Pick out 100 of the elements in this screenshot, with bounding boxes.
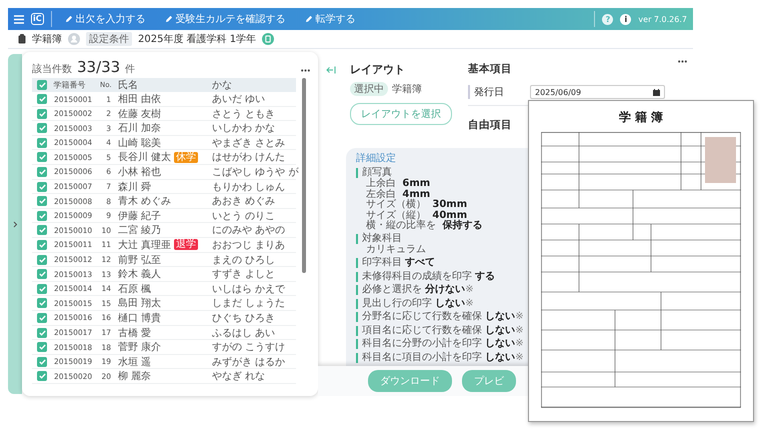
action-button[interactable]: プレビ (462, 370, 516, 392)
bookmark-icon[interactable] (262, 33, 274, 45)
row-checkbox[interactable] (37, 182, 47, 192)
table-cell-text: こばやし ゆうや が (212, 166, 298, 179)
row-checkbox[interactable] (37, 284, 47, 294)
chevron-right-icon (12, 220, 18, 228)
row-checkbox[interactable] (37, 152, 47, 162)
table-cell-text: いとう のりこ (212, 210, 276, 223)
table-cell-text: 二宮 綾乃 (118, 224, 162, 238)
table-cell-text: すずき よしと (212, 268, 276, 282)
table-cell-text: 佐藤 友樹 (118, 108, 162, 121)
section-label: 対象科目 (362, 233, 402, 244)
free-items-heading: 自由項目 (468, 118, 512, 132)
row-checkbox[interactable] (37, 108, 47, 119)
table-cell-text: 森川 舜 (118, 180, 152, 194)
select-all-checkbox[interactable] (37, 80, 47, 90)
scrollbar-thumb[interactable] (302, 78, 306, 273)
selected-tag: 選択中 (350, 82, 388, 96)
condition-tag: 設定条件 (86, 32, 132, 46)
section-label: 顔写真 (362, 167, 392, 178)
table-cell-text: 水垣 遥 (118, 356, 152, 369)
info-icon[interactable]: i (620, 14, 632, 24)
more-options-icon[interactable] (301, 69, 310, 72)
table-cell-text: あおき めぐみ (212, 195, 276, 208)
field-label: 発行日 (468, 85, 524, 99)
table-cell-text: もりかわ しゅん (212, 180, 286, 194)
menu-item[interactable]: 受験生カルテを確認する (158, 12, 292, 26)
table-cell-text: 古橋 愛 (118, 326, 152, 340)
row-checkbox[interactable] (37, 196, 47, 206)
row-checkbox[interactable] (37, 225, 47, 236)
setting-value: 上余白 6mm (365, 179, 432, 189)
menu-icon[interactable] (14, 14, 24, 24)
table-cell-text: 青木 めぐみ (118, 194, 172, 208)
calendar-icon (653, 88, 660, 96)
row-checkbox[interactable] (37, 94, 47, 104)
pencil-icon (164, 15, 173, 23)
status-badge: 休学 (174, 152, 198, 163)
row-checkbox[interactable] (37, 312, 47, 323)
condition-text: 2025年度 看護学科 1学年 (138, 32, 256, 46)
table-cell-text: 山崎 聡美 (118, 136, 162, 150)
table-cell-text: ふるはし あい (212, 326, 276, 340)
row-checkbox[interactable] (37, 298, 47, 308)
document-title: 学 籍 簿 (618, 109, 664, 126)
row-checkbox[interactable] (37, 138, 47, 148)
table-cell-text: 長谷川 健太 (118, 150, 172, 164)
table-cell-text: 相田 由依 (118, 92, 162, 106)
table-cell-text: すがの こうすけ (212, 341, 286, 354)
setting-value: 未修得科目の成績を印字 する (362, 270, 496, 282)
action-button[interactable]: ダウンロード (368, 370, 452, 392)
table-cell-text: 大辻 真理亜 (118, 238, 172, 252)
help-icon[interactable]: ? (602, 14, 614, 24)
setting-value: 項目名に応じて行数を確保 しない※ (362, 324, 524, 336)
status-badge: 退学 (174, 239, 198, 250)
pencil-icon (64, 15, 73, 23)
row-checkbox[interactable] (37, 240, 47, 250)
table-cell-text: みずがき はるか (212, 356, 286, 369)
row-checkbox[interactable] (37, 371, 47, 382)
table-cell-text: ひぐち ひろき (212, 312, 276, 325)
row-checkbox[interactable] (37, 342, 47, 352)
photo-placeholder (705, 137, 736, 183)
count-label: 該当件数 (32, 62, 72, 76)
table-cell-text: おおつじ まりあ (212, 238, 286, 252)
menu-item[interactable]: 出欠を入力する (58, 12, 152, 26)
table-cell-text: 石原 楓 (118, 282, 152, 296)
table-cell-text: 柳 麗奈 (118, 370, 152, 384)
table-cell-text: いしはら かえで (212, 282, 286, 296)
app-logo[interactable]: iC (31, 13, 44, 25)
collapse-icon[interactable] (326, 66, 336, 74)
row-checkbox[interactable] (37, 254, 47, 265)
setting-value: 科目名に分野の小計を印字 しない※ (362, 338, 524, 350)
table-cell-text: 前野 弘至 (118, 254, 162, 267)
select-layout-button[interactable]: レイアウトを選択 (350, 103, 452, 125)
table-cell-text: 樋口 博貴 (118, 312, 162, 325)
setting-value: 横・縦の比率を 保持する (365, 221, 484, 232)
setting-value: 見出し行の印字 しない※ (362, 298, 474, 310)
table-cell-text: にのみや あやの (212, 224, 286, 238)
setting-value: 分野名に応じて行数を確保 しない※ (362, 311, 524, 323)
row-checkbox[interactable] (37, 269, 47, 280)
row-checkbox[interactable] (37, 166, 47, 177)
table-cell-text: 小林 裕也 (118, 166, 162, 179)
setting-value: 印字科目 すべて (362, 257, 436, 269)
more-options-icon[interactable] (678, 60, 687, 63)
row-checkbox[interactable] (37, 328, 47, 338)
table-cell-text: 石川 加奈 (118, 122, 162, 136)
table-cell-text: やなぎ れな (212, 370, 266, 384)
row-checkbox[interactable] (37, 356, 47, 367)
column-header: 学籍番号 (54, 80, 86, 91)
page-title: 学籍簿 (32, 33, 62, 46)
clipboard-icon (18, 34, 26, 44)
result-count: 33/33 (77, 58, 120, 76)
table-cell-text: 鈴木 義人 (118, 268, 162, 282)
count-unit: 件 (125, 63, 136, 76)
date-field[interactable]: 2025/06/09 (530, 85, 665, 99)
menu-item[interactable]: 転学する (298, 12, 362, 26)
row-checkbox[interactable] (37, 210, 47, 221)
table-cell-text: しまだ しょうた (212, 297, 286, 310)
pencil-icon (304, 15, 313, 23)
row-checkbox[interactable] (37, 123, 47, 134)
table-cell-text: まえの ひろし (212, 254, 276, 267)
basic-items-heading: 基本項目 (468, 62, 512, 76)
